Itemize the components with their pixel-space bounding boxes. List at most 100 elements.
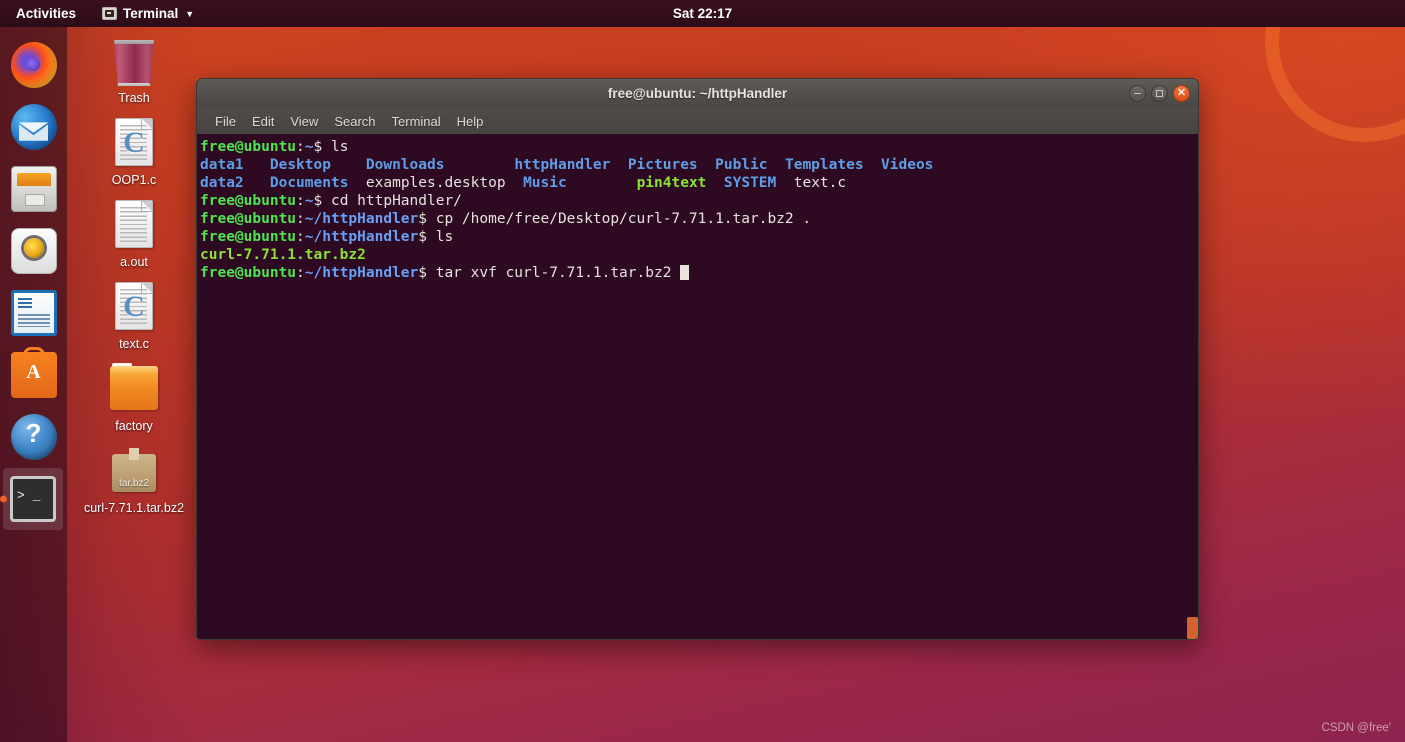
ubuntu-software-icon xyxy=(11,352,57,398)
terminal-text-segment: httpHandler xyxy=(514,157,610,173)
terminal-text-segment: curl-7.71.1.tar.bz2 xyxy=(200,247,366,263)
dock-item-thunderbird[interactable] xyxy=(0,96,67,158)
terminal-text-segment: Downloads xyxy=(366,157,445,173)
desktop-icon-label: a.out xyxy=(120,255,148,270)
activities-button[interactable]: Activities xyxy=(10,4,82,23)
terminal-line: free@ubuntu:~/httpHandler$ tar xvf curl-… xyxy=(200,264,1198,282)
terminal-text-segment: : xyxy=(296,229,305,245)
terminal-text-segment: free@ubuntu xyxy=(200,229,296,245)
terminal-line: free@ubuntu:~$ cd httpHandler/ xyxy=(200,192,1198,210)
dock-item-writer[interactable] xyxy=(0,282,67,344)
desktop-icon-curl-7-71-1-tar-bz2[interactable]: tar.bz2 curl-7.71.1.tar.bz2 xyxy=(80,446,188,516)
terminal-text-segment: text.c xyxy=(794,175,846,191)
terminal-text-segment xyxy=(331,157,366,173)
terminal-text-segment: pin4text xyxy=(637,175,707,191)
menu-item-edit[interactable]: Edit xyxy=(244,112,282,131)
terminal-line: free@ubuntu:~/httpHandler$ cp /home/free… xyxy=(200,210,1198,228)
desktop-icon-oop1-c[interactable]: COOP1.c xyxy=(80,118,188,188)
c-source-icon: C xyxy=(109,282,159,334)
archive-icon: tar.bz2 xyxy=(109,446,159,498)
minimize-icon xyxy=(1134,93,1141,95)
desktop-icon-label: text.c xyxy=(119,337,149,352)
terminal-text-segment xyxy=(768,157,785,173)
clock: Sat 22:17 xyxy=(0,6,1405,21)
dock-item-help[interactable] xyxy=(0,406,67,468)
dock-item-firefox[interactable] xyxy=(0,34,67,96)
terminal-titlebar[interactable]: free@ubuntu: ~/httpHandler ✕ xyxy=(196,78,1199,108)
trash-icon xyxy=(109,36,159,88)
menu-item-view[interactable]: View xyxy=(282,112,326,131)
terminal-text-segment: Desktop xyxy=(270,157,331,173)
terminal-text-segment: $ ls xyxy=(418,229,453,245)
terminal-line: free@ubuntu:~$ ls xyxy=(200,138,1198,156)
close-button[interactable]: ✕ xyxy=(1173,85,1190,102)
c-source-icon: C xyxy=(109,118,159,170)
terminal-text-segment: ~/httpHandler xyxy=(305,229,419,245)
terminal-window[interactable]: free@ubuntu: ~/httpHandler ✕ FileEditVie… xyxy=(196,78,1199,640)
terminal-text-segment: ~ xyxy=(305,139,314,155)
desktop-icon-text-c[interactable]: Ctext.c xyxy=(80,282,188,352)
terminal-text-segment: : xyxy=(296,211,305,227)
terminal-text-segment: Templates xyxy=(785,157,864,173)
desktop-icon-label: Trash xyxy=(118,91,150,106)
terminal-text-segment xyxy=(244,157,270,173)
terminal-text-segment: data1 xyxy=(200,157,244,173)
menu-item-file[interactable]: File xyxy=(207,112,244,131)
terminal-text-segment: Documents xyxy=(270,175,349,191)
firefox-icon xyxy=(11,42,57,88)
terminal-text-segment: examples.desktop xyxy=(366,175,506,191)
dock-item-software[interactable] xyxy=(0,344,67,406)
terminal-output: free@ubuntu:~$ lsdata1 Desktop Downloads… xyxy=(200,138,1198,282)
thunderbird-icon xyxy=(11,104,57,150)
watermark: CSDN @free' xyxy=(1322,722,1391,734)
terminal-cursor xyxy=(680,265,689,280)
terminal-text-segment: free@ubuntu xyxy=(200,193,296,209)
terminal-text-segment: Public xyxy=(715,157,767,173)
menu-item-search[interactable]: Search xyxy=(326,112,383,131)
dock xyxy=(0,27,67,742)
terminal-text-segment xyxy=(567,175,637,191)
terminal-text-segment: free@ubuntu xyxy=(200,139,296,155)
maximize-button[interactable] xyxy=(1151,85,1168,102)
terminal-text-segment: $ ls xyxy=(314,139,349,155)
terminal-text-segment: ~ xyxy=(305,193,314,209)
chevron-down-icon: ▼ xyxy=(185,9,194,19)
c-language-glyph: C xyxy=(123,126,145,160)
terminal-text-segment: ~/httpHandler xyxy=(305,211,419,227)
terminal-text-segment xyxy=(698,157,715,173)
app-menu-button[interactable]: Terminal ▼ xyxy=(102,6,194,21)
menu-item-help[interactable]: Help xyxy=(449,112,492,131)
rhythmbox-icon xyxy=(11,228,57,274)
menu-item-terminal[interactable]: Terminal xyxy=(384,112,449,131)
terminal-line: data2 Documents examples.desktop Music p… xyxy=(200,174,1198,192)
folder-icon xyxy=(109,364,159,416)
terminal-text-segment: Pictures xyxy=(628,157,698,173)
file-icon xyxy=(109,200,159,252)
desktop-icon-label: factory xyxy=(115,419,153,434)
minimize-button[interactable] xyxy=(1129,85,1146,102)
clock-label[interactable]: Sat 22:17 xyxy=(673,6,732,21)
terminal-text-segment: free@ubuntu xyxy=(200,265,296,281)
archive-extension-label: tar.bz2 xyxy=(114,478,154,489)
terminal-text-segment xyxy=(706,175,723,191)
desktop-icon-trash[interactable]: Trash xyxy=(80,36,188,106)
terminal-text-segment xyxy=(444,157,514,173)
desktop-icon-factory[interactable]: factory xyxy=(80,364,188,434)
desktop-icon-list: Trash COOP1.c a.out Ctext.c factory tar.bz2 cu… xyxy=(80,36,188,528)
terminal-text-segment: Videos xyxy=(881,157,933,173)
terminal-text-segment: $ tar xvf curl-7.71.1.tar.bz2 xyxy=(418,265,680,281)
desktop-icon-a-out[interactable]: a.out xyxy=(80,200,188,270)
desktop-icon-label: curl-7.71.1.tar.bz2 xyxy=(84,501,184,516)
terminal-text-segment xyxy=(244,175,270,191)
terminal-title: free@ubuntu: ~/httpHandler xyxy=(197,86,1198,101)
c-language-glyph: C xyxy=(123,290,145,324)
terminal-menubar: FileEditViewSearchTerminalHelp xyxy=(196,108,1199,134)
dock-item-rhythmbox[interactable] xyxy=(0,220,67,282)
terminal-scrollbar-thumb[interactable] xyxy=(1187,617,1198,639)
dock-item-terminal[interactable] xyxy=(3,468,63,530)
dock-item-files[interactable] xyxy=(0,158,67,220)
terminal-text-segment: $ cd httpHandler/ xyxy=(314,193,462,209)
terminal-body[interactable]: free@ubuntu:~$ lsdata1 Desktop Downloads… xyxy=(196,134,1199,640)
maximize-icon xyxy=(1156,90,1163,97)
terminal-icon xyxy=(10,476,56,522)
